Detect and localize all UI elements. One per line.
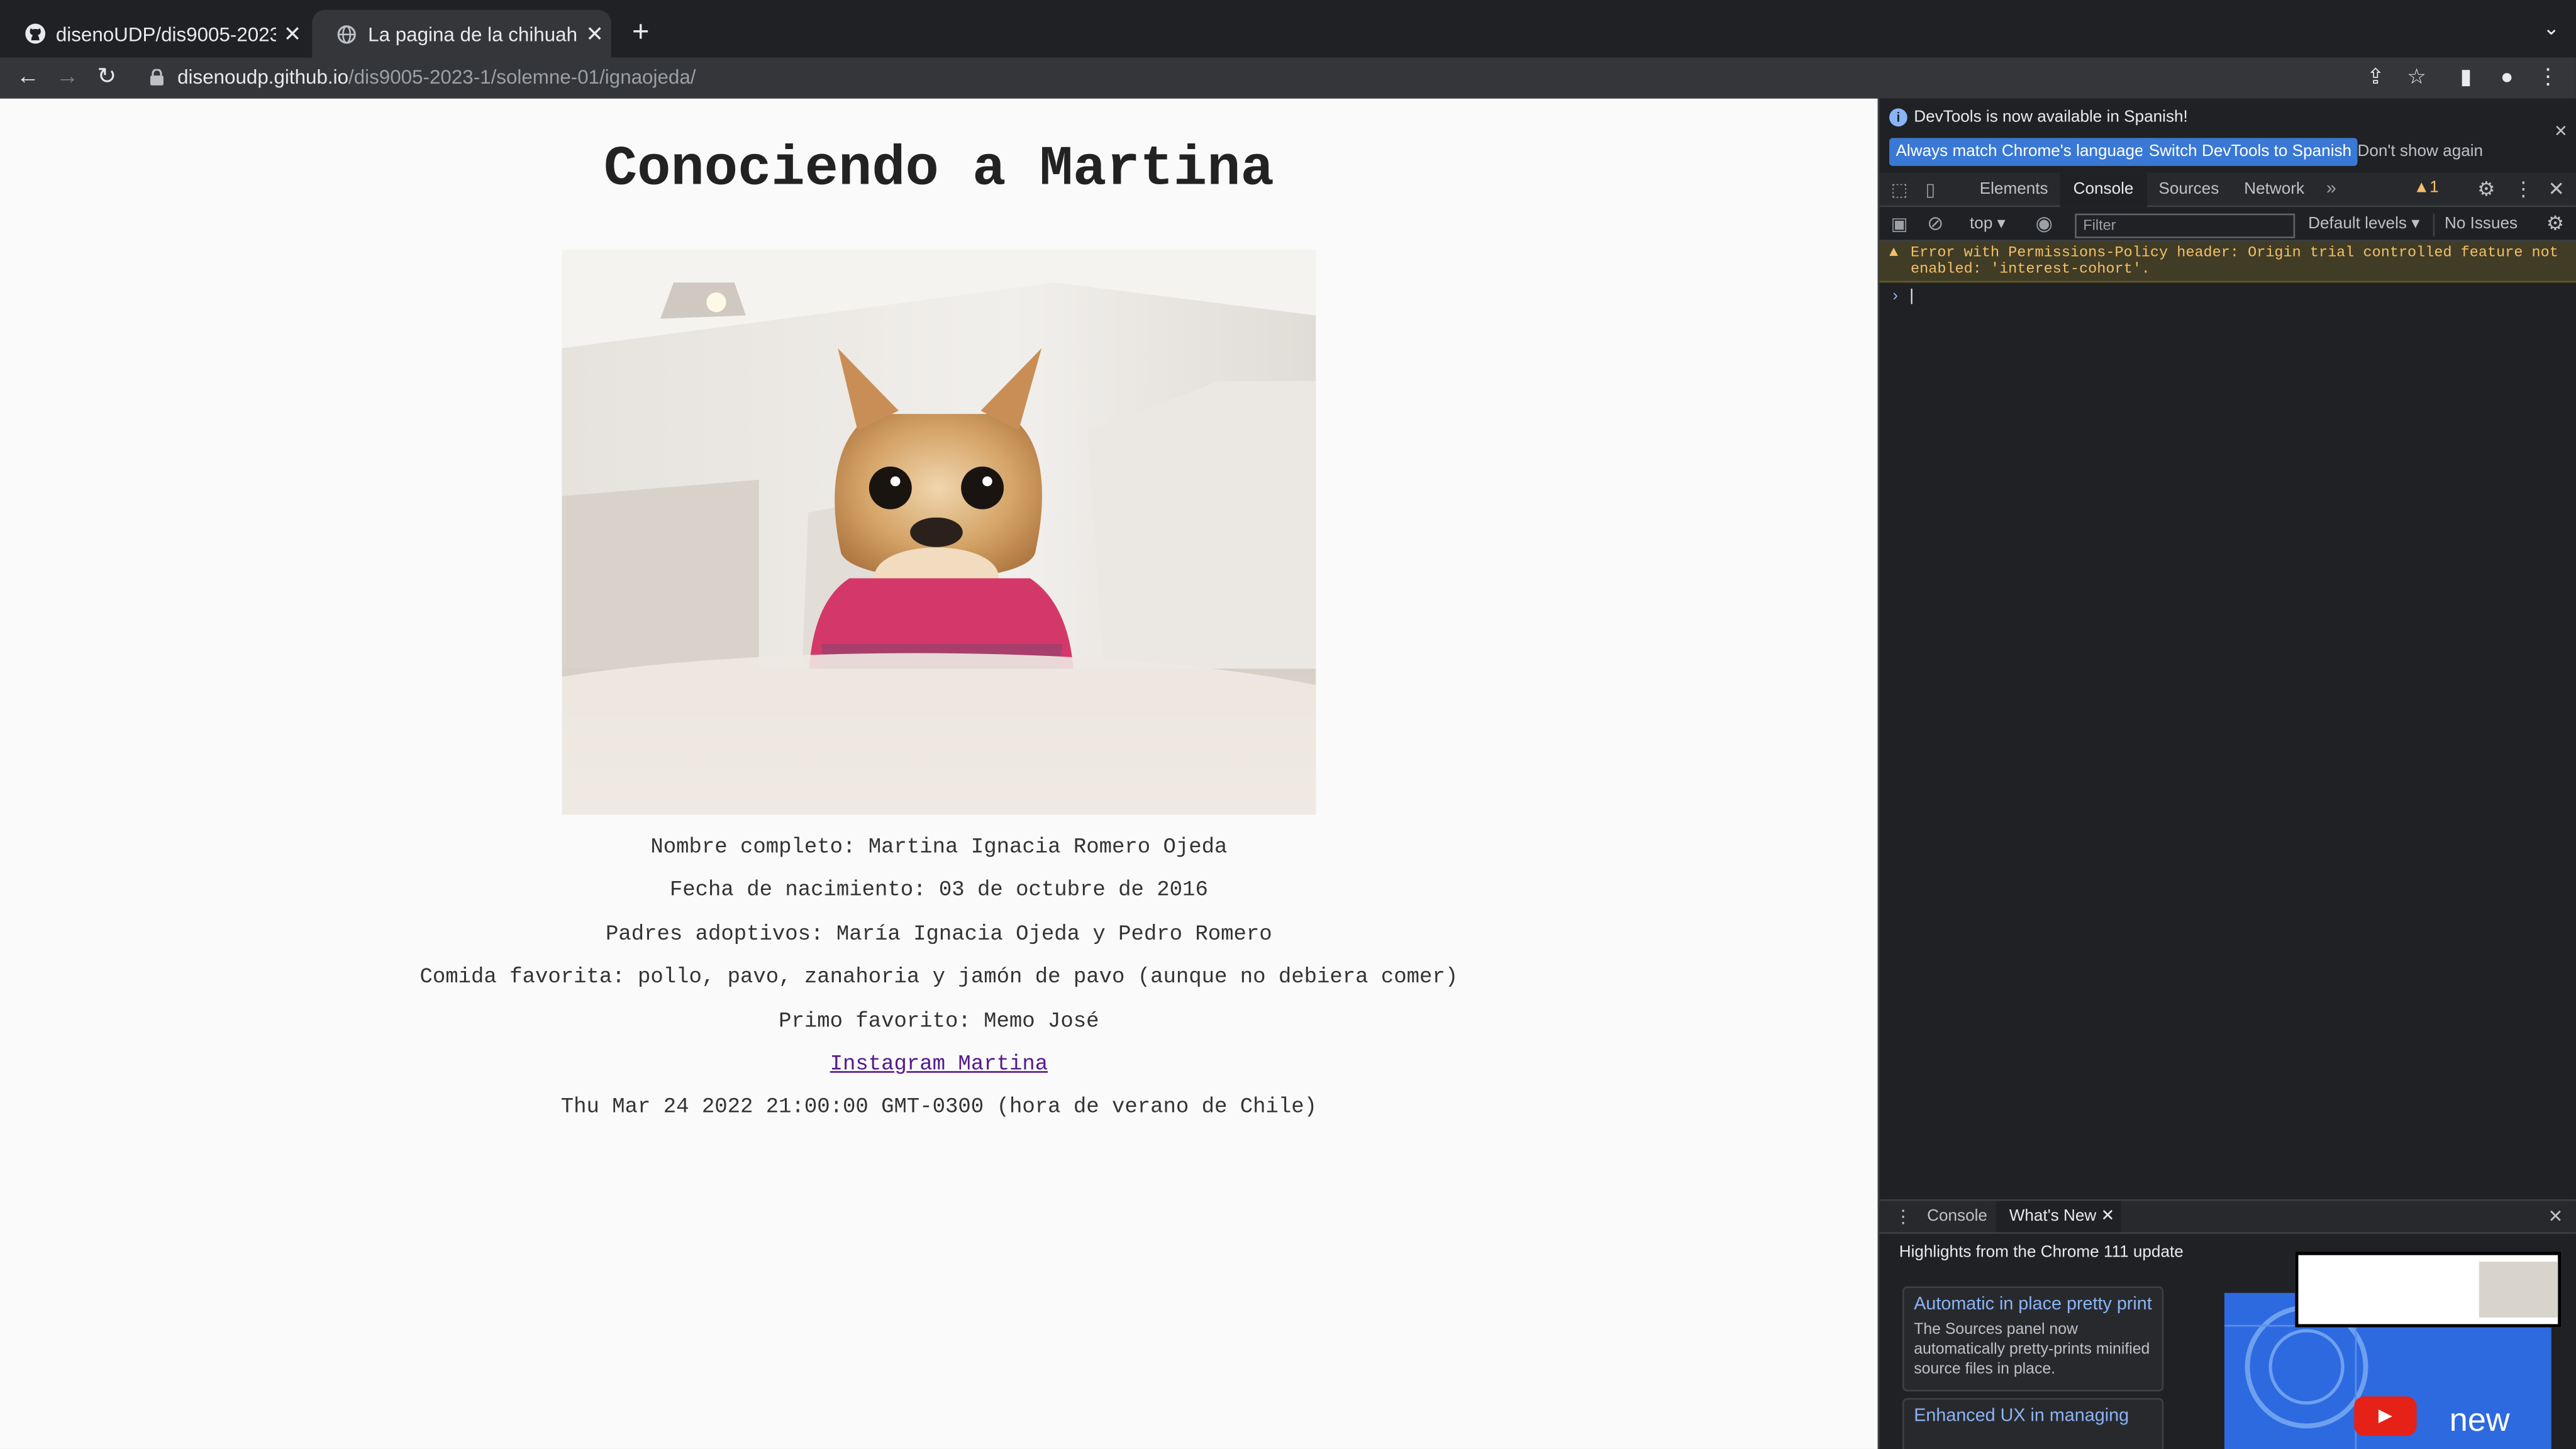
tab-network[interactable]: Network (2231, 172, 2318, 207)
close-whatsnew-icon[interactable]: ✕ (2101, 1208, 2115, 1226)
warning-icon: ▲ (1889, 245, 1899, 262)
warning-counter[interactable]: ▲1 (2413, 179, 2438, 197)
drawer-menu-icon[interactable]: ⋮ (1894, 1206, 1913, 1227)
web-page: Conociendo a Martina Nombre completo: Ma… (0, 98, 1878, 1449)
reload-icon[interactable]: ↻ (92, 62, 121, 90)
levels-value: Default levels (2308, 215, 2407, 233)
profile-icon[interactable]: ● (2494, 64, 2520, 89)
card-title: Enhanced UX in managing (1914, 1406, 2129, 1426)
warning-count: 1 (2429, 179, 2439, 197)
address-bar[interactable]: disenoudp.github.io/dis9005-2023-1/solem… (138, 59, 2438, 95)
console-prompt[interactable]: › | (1892, 287, 1914, 306)
context-value: top (1970, 215, 1993, 233)
drawer-tab-whatsnew[interactable]: What's New ✕ (1996, 1201, 2121, 1233)
clear-console-icon[interactable]: ⊘ (1927, 212, 1943, 235)
devtools-panel: i DevTools is now available in Spanish! … (1877, 98, 2576, 1449)
menu-icon[interactable]: ⋮ (2535, 64, 2562, 91)
gear-icon[interactable]: ⚙ (2477, 177, 2495, 201)
warning-text: Error with Permissions-Policy header: Or… (1910, 245, 2558, 278)
tab-chihuahua[interactable]: La pagina de la chihuahua ✕ (312, 9, 611, 58)
device-toggle-icon[interactable]: ▯ (1925, 179, 1935, 200)
favorite-cousin-text: Primo favorito: Memo José (779, 1008, 1099, 1034)
kebab-menu-icon[interactable]: ⋮ (2514, 177, 2533, 201)
globe-icon (335, 22, 358, 45)
forward-icon[interactable]: → (53, 62, 82, 89)
url-host: disenoudp.github.io (177, 65, 349, 89)
full-name-text: Nombre completo: Martina Ignacia Romero … (650, 834, 1228, 860)
sidebar-toggle-icon[interactable]: ▣ (1891, 214, 1908, 235)
tab-github[interactable]: disenoUDP/dis9005-2023-1: D ✕ (0, 10, 309, 58)
match-language-button[interactable]: Always match Chrome's language (1889, 138, 2151, 166)
tab-elements[interactable]: Elements (1967, 172, 2062, 207)
chihuahua-photo (562, 250, 1316, 815)
close-tab-icon[interactable]: ✕ (276, 21, 309, 47)
console-filter-input[interactable]: Filter (2075, 213, 2296, 238)
issues-button[interactable]: No Issues (2433, 213, 2528, 237)
preview-image (2479, 1262, 2558, 1318)
levels-select[interactable]: Default levels ▾ (2308, 215, 2419, 233)
language-infobar: i DevTools is now available in Spanish! … (1879, 98, 2576, 173)
switch-spanish-button[interactable]: Switch DevTools to Spanish (2142, 138, 2358, 166)
close-drawer-icon[interactable]: ✕ (2548, 1206, 2563, 1227)
drawer-tab-console[interactable]: Console (1914, 1201, 2001, 1233)
page-title: Conociendo a Martina (603, 140, 1274, 203)
console-toolbar: ▣ ⊘ top ▾ ◉ Filter Default levels ▾ No I… (1879, 209, 2576, 242)
video-text: new (2449, 1402, 2510, 1440)
picture-in-picture-preview[interactable] (2295, 1252, 2562, 1328)
back-icon[interactable]: ← (13, 62, 43, 89)
star-icon[interactable]: ☆ (2404, 64, 2430, 91)
eye-icon[interactable]: ◉ (2036, 212, 2053, 235)
instagram-link[interactable]: Instagram Martina (830, 1052, 1048, 1076)
console-settings-icon[interactable]: ⚙ (2546, 212, 2564, 235)
favorite-food-text: Comida favorita: pollo, pavo, zanahoria … (419, 964, 1458, 989)
close-infobar-icon[interactable]: ✕ (2554, 123, 2568, 142)
tab-console[interactable]: Console (2060, 172, 2147, 208)
info-icon: i (1889, 108, 1907, 127)
adoptive-parents-text: Padres adoptivos: María Ignacia Ojeda y … (606, 921, 1272, 947)
feature-card-pretty-print[interactable]: Automatic in place pretty print The Sour… (1902, 1286, 2164, 1392)
url-path: /dis9005-2023-1/solemne-01/ignaojeda/ (348, 65, 696, 89)
feature-card-ux[interactable]: Enhanced UX in managing (1902, 1397, 2164, 1449)
highlights-heading: Highlights from the Chrome 111 update (1899, 1243, 2184, 1262)
console-warning: ▲ Error with Permissions-Policy header: … (1879, 241, 2576, 283)
date-text: Thu Mar 24 2022 21:00:00 GMT-0300 (hora … (560, 1094, 1318, 1119)
whatsnew-label: What's New (2009, 1207, 2097, 1226)
browser-toolbar: ← → ↻ disenoudp.github.io/dis9005-2023-1… (0, 57, 2576, 99)
close-tab-icon[interactable]: ✕ (578, 21, 611, 47)
inspect-icon[interactable]: ⬚ (1891, 179, 1908, 200)
devtools-drawer: ⋮ Console What's New ✕ ✕ Highlights from… (1879, 1199, 2576, 1449)
side-panel-icon[interactable]: ▮ (2453, 64, 2479, 91)
play-icon[interactable]: ▶ (2354, 1396, 2417, 1436)
birth-date-text: Fecha de nacimiento: 03 de octubre de 20… (669, 877, 1208, 902)
tab-sources[interactable]: Sources (2146, 172, 2233, 207)
devtools-notice: DevTools is now available in Spanish! (1914, 108, 2188, 127)
tab-strip: disenoUDP/dis9005-2023-1: D ✕ La pagina … (0, 0, 2576, 58)
share-icon[interactable]: ⇪ (2362, 64, 2389, 91)
github-icon (23, 22, 47, 45)
drawer-tabs: ⋮ Console What's New ✕ ✕ (1879, 1201, 2576, 1234)
dont-show-button[interactable]: Don't show again (2351, 138, 2489, 165)
chevron-down-icon[interactable]: ⌄ (2543, 16, 2560, 40)
card-description: The Sources panel now automatically pret… (1914, 1321, 2150, 1379)
card-title: Automatic in place pretty print (1914, 1294, 2152, 1314)
tab-title: disenoUDP/dis9005-2023-1: D (55, 22, 276, 45)
devtools-tabs: ⬚ ▯ Elements Console Sources Network » ▲… (1879, 172, 2576, 208)
close-devtools-icon[interactable]: ✕ (2548, 177, 2565, 201)
lock-icon (148, 68, 164, 86)
context-select[interactable]: top ▾ (1970, 215, 2006, 233)
tab-title: La pagina de la chihuahua (368, 22, 579, 45)
new-tab-icon[interactable]: + (626, 15, 655, 50)
more-tabs-icon[interactable]: » (2326, 179, 2336, 199)
